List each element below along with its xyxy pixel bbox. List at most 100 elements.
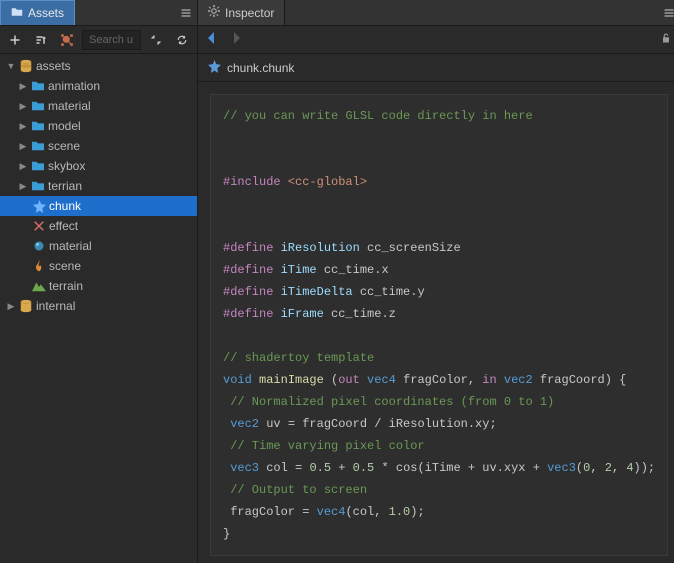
code-ident: cc_time.y [360,285,425,299]
code-type: vec3 [547,461,576,475]
tree-folder[interactable]: ▶ skybox [0,156,197,176]
nav-forward-icon[interactable] [232,32,242,47]
tree-folder[interactable]: ▶ material [0,96,197,116]
tree-label: terrain [49,279,83,293]
tree-folder[interactable]: ▶ terrian [0,176,197,196]
database-icon [19,299,33,313]
code-directive: #include [223,175,288,189]
tree-label: animation [48,79,100,93]
disclosure-right-icon[interactable]: ▶ [18,161,28,172]
code-keyword: in [482,373,504,387]
inspector-panel-menu-icon[interactable] [658,2,674,24]
code-num: 4 [626,461,633,475]
disclosure-right-icon[interactable]: ▶ [6,301,16,312]
add-button[interactable] [4,29,26,51]
tree-label: assets [36,59,71,73]
tree-label: skybox [48,159,85,173]
disclosure-right-icon[interactable]: ▶ [18,81,28,92]
lock-icon[interactable] [660,32,672,47]
code-comment: // you can write GLSL code directly in h… [223,109,533,123]
mountain-icon [32,279,46,293]
tree-folder[interactable]: ▶ scene [0,136,197,156]
star-icon [32,199,46,213]
folder-icon [31,139,45,153]
code-punc: )); [634,461,656,475]
database-icon [19,59,33,73]
code-punc: ); [410,505,424,519]
tree-item-material[interactable]: material [0,236,197,256]
code-type: vec2 [504,373,540,387]
tree-label: model [48,119,81,133]
disclosure-down-icon[interactable]: ▼ [6,61,16,71]
tree-root-internal[interactable]: ▶ internal [0,296,197,316]
file-header: chunk.chunk [198,54,674,82]
tree-label: chunk [49,199,81,213]
code-type: vec4 [367,373,403,387]
code-comment: // Normalized pixel coordinates (from 0 … [223,395,554,409]
nav-back-icon[interactable] [206,32,216,47]
search-input[interactable] [82,30,141,50]
code-box[interactable]: // you can write GLSL code directly in h… [210,94,668,556]
inspector-panel: Inspector chunk.chunk // you can write G… [198,0,674,563]
code-directive: #define [223,241,281,255]
code-ident: cc_screenSize [367,241,461,255]
sort-button[interactable] [30,29,52,51]
assets-panel-menu-icon[interactable] [175,2,197,24]
code-keyword: out [338,373,367,387]
flame-icon [32,259,46,273]
folder-icon [11,6,23,21]
code-ident: col = [266,461,309,475]
disclosure-right-icon[interactable]: ▶ [18,121,28,132]
assets-toolbar [0,26,197,54]
code-func: mainImage [259,373,331,387]
tree-folder[interactable]: ▶ model [0,116,197,136]
sphere-icon [32,239,46,253]
tree-item-effect[interactable]: effect [0,216,197,236]
code-punc: , [612,461,626,475]
folder-icon [31,119,45,133]
code-macro: iFrame [281,307,331,321]
disclosure-right-icon[interactable]: ▶ [18,181,28,192]
code-macro: iTimeDelta [281,285,360,299]
code-macro: iResolution [281,241,367,255]
asset-tree: ▼ assets ▶ animation ▶ material ▶ model … [0,54,197,563]
folder-icon [31,79,45,93]
tree-item-chunk[interactable]: chunk [0,196,197,216]
tree-folder[interactable]: ▶ animation [0,76,197,96]
file-name: chunk.chunk [227,61,294,75]
code-ident: fragColor = [223,505,317,519]
tree-label: scene [48,139,80,153]
disclosure-right-icon[interactable]: ▶ [18,141,28,152]
tab-assets[interactable]: Assets [0,0,75,25]
folder-icon [31,99,45,113]
code-type: vec4 [317,505,346,519]
star-icon [208,60,221,76]
code-macro: iTime [281,263,324,277]
tree-label: material [49,239,92,253]
folder-icon [31,179,45,193]
code-type: vec2 [223,417,266,431]
tree-label: terrian [48,179,82,193]
code-punc: (col, [345,505,388,519]
code-comment: // Output to screen [223,483,367,497]
tree-label: effect [49,219,78,233]
code-num: 0.5 [353,461,375,475]
tab-label: Inspector [225,6,274,20]
tree-item-scene[interactable]: scene [0,256,197,276]
tab-inspector[interactable]: Inspector [198,0,285,25]
code-ident: cc_time.z [331,307,396,321]
code-type: vec3 [223,461,266,475]
code-directive: #define [223,307,281,321]
disclosure-right-icon[interactable]: ▶ [18,101,28,112]
assets-tab-bar: Assets [0,0,197,26]
tree-item-terrain[interactable]: terrain [0,276,197,296]
filter-button[interactable] [56,29,78,51]
code-comment: // shadertoy template [223,351,374,365]
code-ident: * cos(iTime + uv.xyx + [374,461,547,475]
collapse-button[interactable] [145,29,167,51]
refresh-button[interactable] [171,29,193,51]
code-ident: fragCoord [540,373,605,387]
code-ident: + [331,461,353,475]
tree-root-assets[interactable]: ▼ assets [0,56,197,76]
gear-icon [208,5,220,20]
